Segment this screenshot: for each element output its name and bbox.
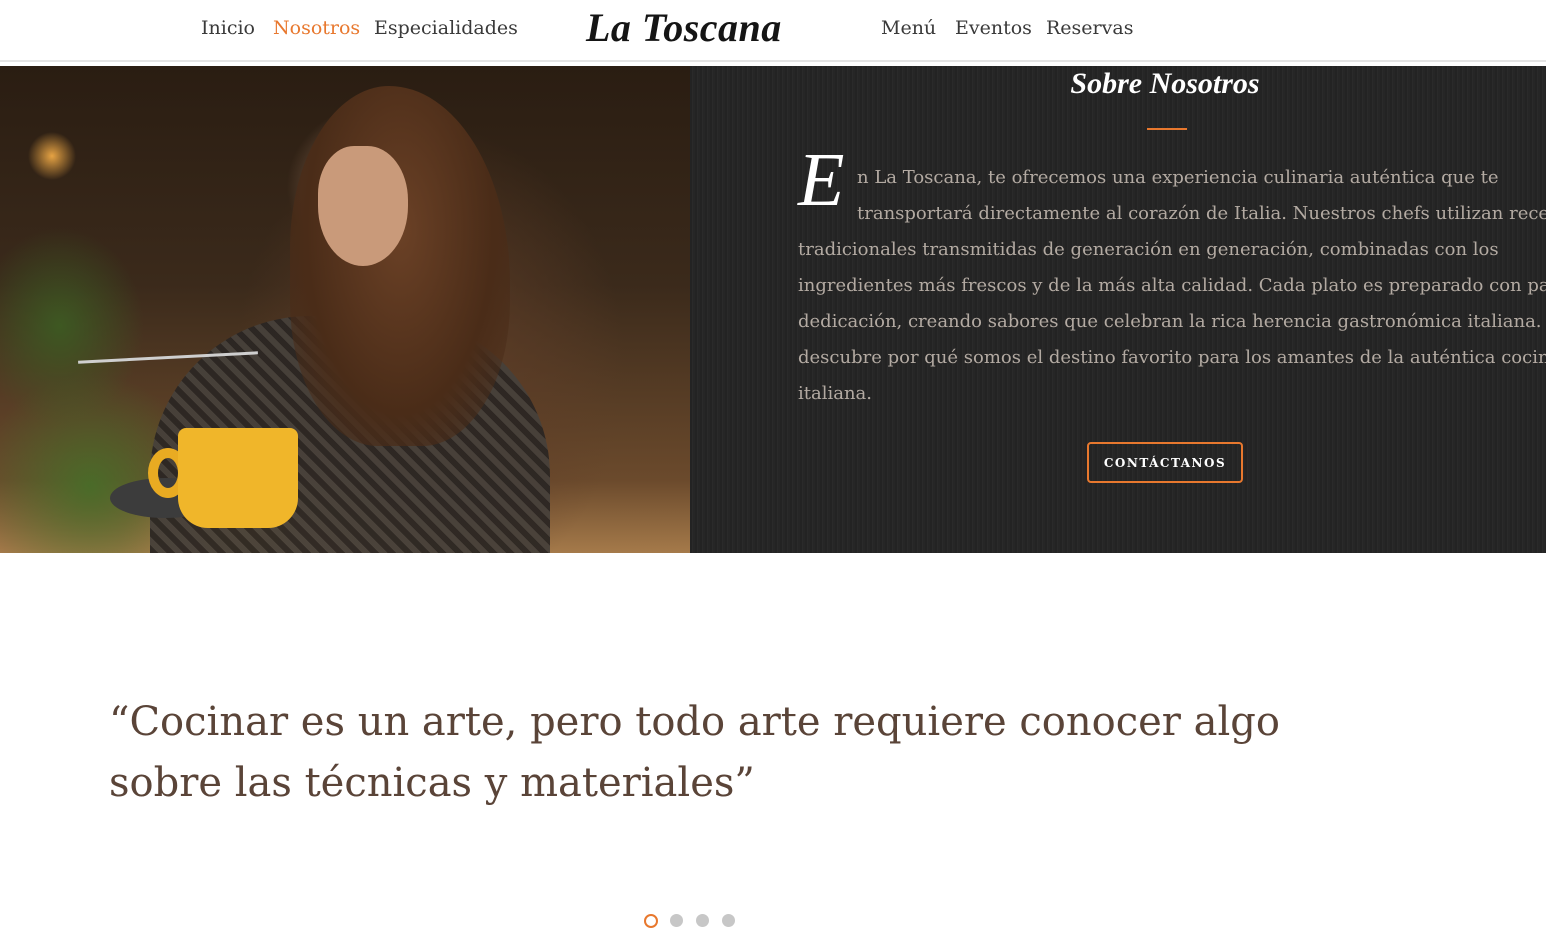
testimonial-quote: “Cocinar es un arte, pero todo arte requ… — [109, 692, 1280, 814]
contact-button[interactable]: CONTÁCTANOS — [1087, 442, 1243, 483]
about-text-line: n La Toscana, te ofrecemos una experienc… — [857, 167, 1499, 188]
photo-mug-shape — [178, 428, 298, 528]
nav-link-nosotros[interactable]: Nosotros — [273, 17, 360, 39]
about-photo-woman-eating — [0, 66, 690, 553]
about-text-panel: Sobre Nosotros E n La Toscana, te ofrece… — [690, 66, 1546, 553]
about-text-line: dedicación, creando sabores que celebran… — [798, 311, 1546, 332]
carousel-dot-3[interactable] — [696, 914, 709, 927]
site-header: Inicio Nosotros Especialidades La Toscan… — [0, 0, 1546, 62]
site-logo[interactable]: La Toscana — [586, 4, 782, 51]
nav-link-inicio[interactable]: Inicio — [201, 17, 255, 39]
carousel-dot-4[interactable] — [722, 914, 735, 927]
about-section: Sobre Nosotros E n La Toscana, te ofrece… — [0, 66, 1546, 553]
about-text-line: descubre por qué somos el destino favori… — [798, 347, 1546, 368]
nav-link-eventos[interactable]: Eventos — [955, 17, 1032, 39]
about-text-line: ingredientes más frescos y de la más alt… — [798, 275, 1546, 296]
about-text-line: tradicionales transmitidas de generación… — [798, 239, 1499, 260]
about-paragraph: n La Toscana, te ofrecemos una experienc… — [798, 160, 1546, 412]
nav-link-reservas[interactable]: Reservas — [1046, 17, 1133, 39]
quote-line: sobre las técnicas y materiales” — [109, 760, 755, 806]
about-title: Sobre Nosotros — [1070, 67, 1260, 100]
about-text-line: italiana. — [798, 383, 873, 404]
nav-link-menu[interactable]: Menú — [881, 17, 936, 39]
carousel-dot-2[interactable] — [670, 914, 683, 927]
quote-line: “Cocinar es un arte, pero todo arte requ… — [109, 699, 1280, 745]
carousel-dot-1[interactable] — [644, 914, 658, 928]
title-divider — [1147, 128, 1187, 130]
nav-link-especialidades[interactable]: Especialidades — [374, 17, 518, 39]
photo-face-shape — [318, 146, 408, 266]
about-text-line: transportará directamente al corazón de … — [857, 203, 1546, 224]
photo-hair-shape — [290, 86, 510, 446]
